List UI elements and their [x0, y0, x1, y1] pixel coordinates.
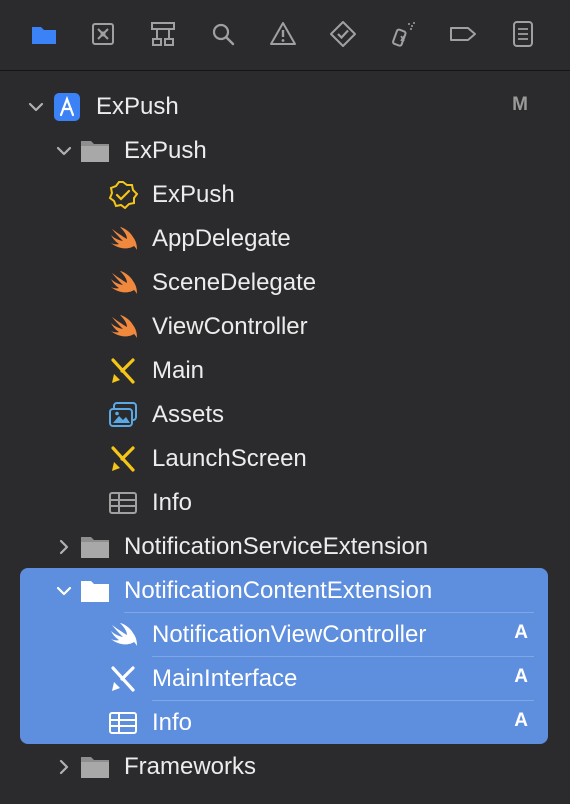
- swift-file-icon: [108, 313, 138, 341]
- folder-icon: [80, 577, 110, 605]
- xcode-project-icon: [52, 93, 82, 121]
- tree-row-assets[interactable]: Assets: [0, 393, 570, 437]
- breakpoint-tag-icon[interactable]: [445, 16, 481, 52]
- tree-row-view-controller[interactable]: ViewController: [0, 305, 570, 349]
- chevron-down-icon[interactable]: [54, 581, 74, 601]
- tree-row-label: SceneDelegate: [152, 269, 317, 296]
- property-list-icon: [108, 709, 138, 737]
- asset-catalog-icon: [108, 401, 138, 429]
- tree-row-label: NotificationServiceExtension: [124, 533, 429, 560]
- folder-icon: [80, 137, 110, 165]
- tree-row-label: ExPush: [152, 181, 235, 208]
- tree-row-label: NotificationContentExtension: [124, 577, 433, 604]
- swift-file-icon: [108, 621, 138, 649]
- property-list-icon: [108, 489, 138, 517]
- tree-row-label: Assets: [152, 401, 225, 428]
- source-control-icon[interactable]: [85, 16, 121, 52]
- storyboard-icon: [108, 665, 138, 693]
- report-list-icon[interactable]: [505, 16, 541, 52]
- tree-row-label: ViewController: [152, 313, 308, 340]
- tree-row-content-info[interactable]: Info A: [0, 701, 570, 745]
- tree-row-main-storyboard[interactable]: Main: [0, 349, 570, 393]
- tree-row-info[interactable]: Info: [0, 481, 570, 525]
- tree-row-scene-delegate[interactable]: SceneDelegate: [0, 261, 570, 305]
- tree-row-label: Info: [152, 489, 193, 516]
- tree-row-group-content-extension[interactable]: NotificationContentExtension: [0, 569, 570, 613]
- tree-row-notification-view-controller[interactable]: NotificationViewController A: [0, 613, 570, 657]
- seal-check-icon: [108, 181, 138, 209]
- chevron-right-icon[interactable]: [54, 757, 74, 777]
- search-icon[interactable]: [205, 16, 241, 52]
- tree-row-label: Info: [152, 709, 193, 736]
- tree-row-expush-entitlements[interactable]: ExPush: [0, 173, 570, 217]
- project-navigator: ExPush M ExPush ExPush AppDelegate Scene…: [0, 71, 570, 804]
- chevron-down-icon[interactable]: [26, 97, 46, 117]
- status-badge: A: [514, 622, 528, 643]
- warning-icon[interactable]: [265, 16, 301, 52]
- chevron-down-icon[interactable]: [54, 141, 74, 161]
- swift-file-icon: [108, 225, 138, 253]
- status-badge: A: [514, 710, 528, 731]
- tree-row-label: Frameworks: [124, 753, 257, 780]
- tree-row-app-delegate[interactable]: AppDelegate: [0, 217, 570, 261]
- folder-icon: [80, 533, 110, 561]
- symbol-hierarchy-icon[interactable]: [145, 16, 181, 52]
- test-diamond-icon[interactable]: [325, 16, 361, 52]
- chevron-right-icon[interactable]: [54, 537, 74, 557]
- folder-icon[interactable]: [26, 16, 62, 52]
- tree-row-main-interface[interactable]: MainInterface A: [0, 657, 570, 701]
- status-badge: A: [514, 666, 528, 687]
- tree-row-launch-screen[interactable]: LaunchScreen: [0, 437, 570, 481]
- tree-row-frameworks[interactable]: Frameworks: [0, 745, 570, 789]
- tree-row-group-expush[interactable]: ExPush: [0, 129, 570, 173]
- navigator-toolbar: [0, 0, 570, 71]
- status-badge: M: [512, 94, 528, 115]
- tree-row-project[interactable]: ExPush M: [0, 85, 570, 129]
- debug-spray-icon[interactable]: [385, 16, 421, 52]
- tree-row-group-service-extension[interactable]: NotificationServiceExtension: [0, 525, 570, 569]
- tree-row-label: ExPush: [96, 93, 179, 120]
- swift-file-icon: [108, 269, 138, 297]
- storyboard-icon: [108, 357, 138, 385]
- storyboard-icon: [108, 445, 138, 473]
- tree-row-label: NotificationViewController: [152, 621, 427, 648]
- folder-icon: [80, 753, 110, 781]
- tree-row-label: Main: [152, 357, 205, 384]
- tree-row-label: ExPush: [124, 137, 207, 164]
- tree-row-label: LaunchScreen: [152, 445, 307, 472]
- tree-row-label: MainInterface: [152, 665, 298, 692]
- tree-row-label: AppDelegate: [152, 225, 291, 252]
